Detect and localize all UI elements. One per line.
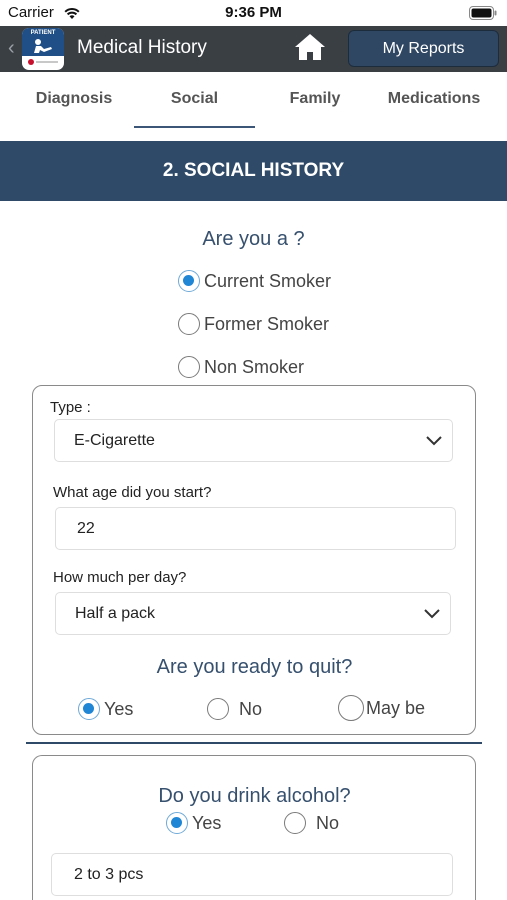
radio-button[interactable] [338,695,364,721]
radio-button[interactable] [178,356,200,378]
tab-diagnosis[interactable]: Diagnosis [14,90,134,108]
per-day-label: How much per day? [53,569,187,586]
alcohol-card: Do you drink alcohol? Yes No 2 to 3 pcs [32,755,476,900]
quit-question: Are you ready to quit? [156,656,353,678]
app-logo: PATIENT [22,28,64,70]
radio-label: Yes [192,812,222,833]
section-banner: 2. SOCIAL HISTORY [0,141,507,201]
tab-social[interactable]: Social [134,90,255,108]
radio-label: Yes [104,698,134,719]
radio-label: Former Smoker [204,313,330,334]
radio-button[interactable] [178,313,200,335]
radio-label: Non Smoker [204,356,305,377]
radio-non-smoker[interactable]: Non Smoker [178,354,304,380]
per-day-select[interactable]: Half a pack [55,592,451,635]
smoker-question: Are you a ? [202,228,305,250]
active-tab-indicator [134,126,255,128]
age-input[interactable]: 22 [55,507,456,550]
clock: 9:36 PM [225,4,282,21]
app-header: ‹ PATIENT Medical History My Reports [0,26,507,72]
patient-figure-icon [34,39,52,53]
radio-button[interactable] [207,698,229,720]
alcohol-amount-value: 2 to 3 pcs [74,866,144,883]
type-select[interactable]: E-Cigarette [54,419,453,462]
radio-quit-maybe[interactable]: May be [338,695,425,721]
per-day-select-value: Half a pack [75,605,156,622]
smoking-details-card: Type : E-Cigarette What age did you star… [32,385,476,735]
radio-alcohol-no[interactable]: No [284,810,339,836]
tab-medications[interactable]: Medications [375,90,493,108]
radio-former-smoker[interactable]: Former Smoker [178,311,329,337]
age-label: What age did you start? [53,484,212,501]
page-title: Medical History [77,37,207,58]
home-icon[interactable] [293,32,327,62]
radio-quit-no[interactable]: No [207,696,262,722]
back-chevron-icon[interactable]: ‹ [8,38,15,58]
radio-button[interactable] [284,812,306,834]
logo-text: PATIENT [30,30,56,36]
type-select-value: E-Cigarette [74,432,155,449]
section-divider [26,742,482,744]
radio-label: No [239,698,263,719]
status-bar: Carrier 9:36 PM [0,0,507,26]
radio-button-selected[interactable] [178,270,200,292]
chevron-down-icon [424,608,440,618]
tab-family[interactable]: Family [255,90,375,108]
my-reports-button[interactable]: My Reports [348,30,499,67]
radio-label: Current Smoker [204,270,332,291]
age-input-value: 22 [77,520,95,537]
radio-current-smoker[interactable]: Current Smoker [178,268,331,294]
radio-quit-yes[interactable]: Yes [78,696,133,722]
type-label: Type : [50,399,91,416]
radio-label: May be [366,697,426,718]
radio-label: No [316,812,340,833]
battery-icon [469,6,497,20]
tab-bar: Diagnosis Social Family Medications [0,72,507,128]
alcohol-amount-field[interactable]: 2 to 3 pcs [51,853,453,896]
radio-button-selected[interactable] [166,812,188,834]
radio-button-selected[interactable] [78,698,100,720]
chevron-down-icon [426,435,442,445]
radio-alcohol-yes[interactable]: Yes [166,810,221,836]
alcohol-question: Do you drink alcohol? [158,785,351,807]
